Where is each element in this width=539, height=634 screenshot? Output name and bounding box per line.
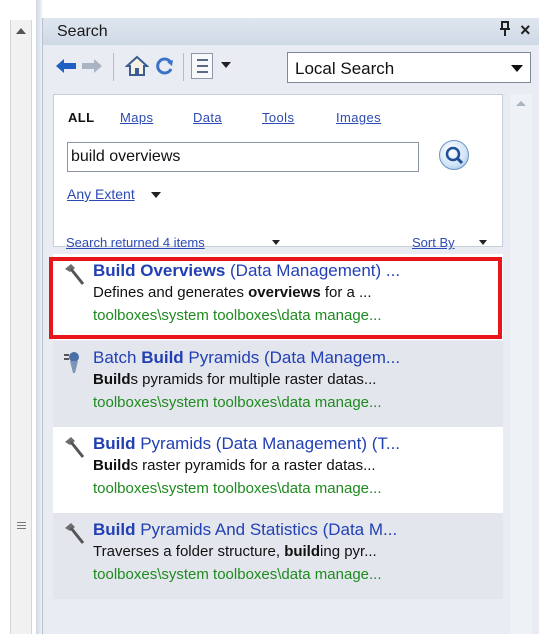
result-item[interactable]: Batch Build Pyramids (Data Managem... Bu…	[53, 341, 503, 427]
search-input[interactable]: build overviews	[67, 142, 419, 172]
scroll-up-arrow-icon[interactable]	[16, 28, 26, 34]
chevron-down-icon[interactable]	[511, 65, 523, 72]
result-path: toolboxes\system toolboxes\data manage..…	[93, 566, 382, 583]
list-view-icon[interactable]	[191, 53, 213, 79]
chevron-down-icon[interactable]	[151, 192, 161, 198]
highlight-annotation-box	[49, 257, 502, 339]
home-icon[interactable]	[125, 54, 149, 78]
tab-all[interactable]: ALL	[68, 110, 94, 125]
refresh-icon[interactable]	[155, 56, 175, 76]
batch-tool-icon	[64, 352, 79, 373]
result-description: Traverses a folder structure, building p…	[93, 543, 377, 560]
left-scrollbar[interactable]	[10, 20, 32, 634]
pin-icon[interactable]	[498, 21, 512, 41]
results-header: Search returned 4 items Sort By	[53, 231, 503, 253]
tab-data[interactable]: Data	[193, 110, 222, 125]
result-title-link[interactable]: Build Pyramids (Data Management) (T...	[93, 434, 505, 454]
left-dock-strip	[0, 0, 36, 634]
search-toolbar: Local Search	[43, 47, 539, 87]
search-scope-select[interactable]: Local Search	[287, 52, 531, 83]
hammer-tool-icon	[65, 437, 85, 458]
search-input-value: build overviews	[71, 148, 181, 165]
result-item[interactable]: Build Pyramids (Data Management) (T... B…	[53, 427, 503, 513]
view-dropdown-chevron-down-icon[interactable]	[221, 62, 231, 68]
scroll-grip-icon[interactable]	[17, 520, 26, 532]
chevron-down-icon[interactable]	[272, 240, 280, 245]
search-button[interactable]	[439, 140, 469, 170]
toolbar-separator	[183, 53, 184, 81]
hammer-tool-icon	[65, 523, 85, 544]
search-scope-value: Local Search	[295, 59, 395, 78]
results-scrollbar[interactable]	[510, 94, 532, 634]
panel-titlebar: Search ×	[43, 18, 539, 45]
panel-title: Search	[57, 23, 108, 40]
scroll-up-arrow-icon[interactable]	[516, 101, 526, 106]
result-description: Builds pyramids for multiple raster data…	[93, 371, 377, 388]
magnifier-icon	[445, 146, 464, 165]
extent-filter-link[interactable]: Any Extent	[67, 186, 135, 202]
back-arrow-icon[interactable]	[55, 58, 77, 74]
tab-tools[interactable]: Tools	[262, 110, 294, 125]
toolbar-separator	[113, 53, 114, 81]
result-path: toolboxes\system toolboxes\data manage..…	[93, 480, 382, 497]
search-query-area: ALL Maps Data Tools Images build overvie…	[53, 94, 503, 247]
results-count-link[interactable]: Search returned 4 items	[66, 235, 205, 250]
result-item[interactable]: Build Pyramids And Statistics (Data M...…	[53, 513, 503, 599]
result-title-link[interactable]: Build Pyramids And Statistics (Data M...	[93, 520, 505, 540]
forward-arrow-icon[interactable]	[81, 58, 103, 74]
sort-by-link[interactable]: Sort By	[412, 235, 455, 250]
tab-images[interactable]: Images	[336, 110, 381, 125]
close-icon[interactable]: ×	[520, 20, 531, 41]
result-description: Builds raster pyramids for a raster data…	[93, 457, 376, 474]
tab-maps[interactable]: Maps	[120, 110, 153, 125]
chevron-down-icon[interactable]	[479, 240, 487, 245]
result-title-link[interactable]: Batch Build Pyramids (Data Managem...	[93, 348, 505, 368]
result-path: toolboxes\system toolboxes\data manage..…	[93, 394, 382, 411]
